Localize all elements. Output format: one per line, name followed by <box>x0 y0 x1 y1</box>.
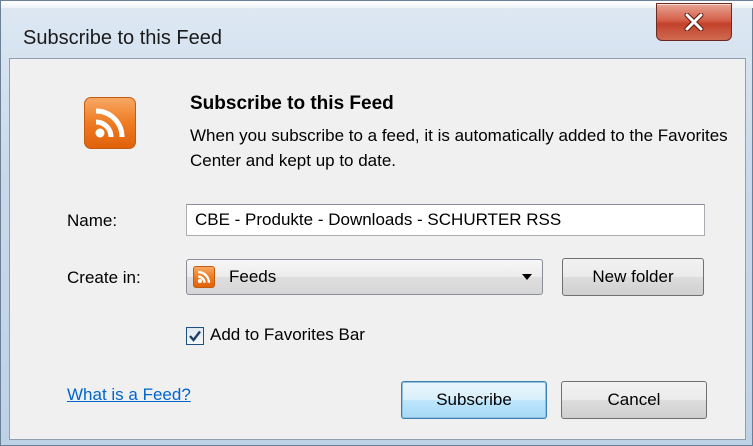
close-button[interactable] <box>656 3 732 41</box>
add-to-favorites-label[interactable]: Add to Favorites Bar <box>210 325 365 345</box>
checkmark-icon <box>189 330 201 342</box>
window-top-edge <box>1 1 753 8</box>
name-label: Name: <box>67 211 118 230</box>
create-in-dropdown[interactable]: Feeds <box>186 259 543 295</box>
add-to-favorites-checkbox[interactable] <box>186 327 204 345</box>
create-in-label: Create in: <box>67 268 141 287</box>
subscribe-button[interactable]: Subscribe <box>401 381 547 419</box>
name-input[interactable]: CBE - Produkte - Downloads - SCHURTER RS… <box>186 204 705 236</box>
feed-folder-icon <box>193 266 215 288</box>
rss-feed-icon <box>84 97 136 149</box>
title-bar[interactable]: Subscribe to this Feed <box>1 9 753 59</box>
window-title: Subscribe to this Feed <box>23 27 222 49</box>
subscribe-dialog: Subscribe to this Feed Subscribe to this… <box>0 0 753 446</box>
new-folder-button[interactable]: New folder <box>562 258 704 296</box>
what-is-a-feed-link[interactable]: What is a Feed? <box>67 385 191 405</box>
dialog-description: When you subscribe to a feed, it is auto… <box>190 126 728 170</box>
create-in-value: Feeds <box>229 267 277 286</box>
chevron-down-icon <box>522 274 532 280</box>
cancel-button[interactable]: Cancel <box>561 381 707 419</box>
close-icon <box>684 13 704 31</box>
dialog-heading: Subscribe to this Feed <box>190 93 394 114</box>
dialog-body: Subscribe to this Feed When you subscrib… <box>9 58 746 440</box>
